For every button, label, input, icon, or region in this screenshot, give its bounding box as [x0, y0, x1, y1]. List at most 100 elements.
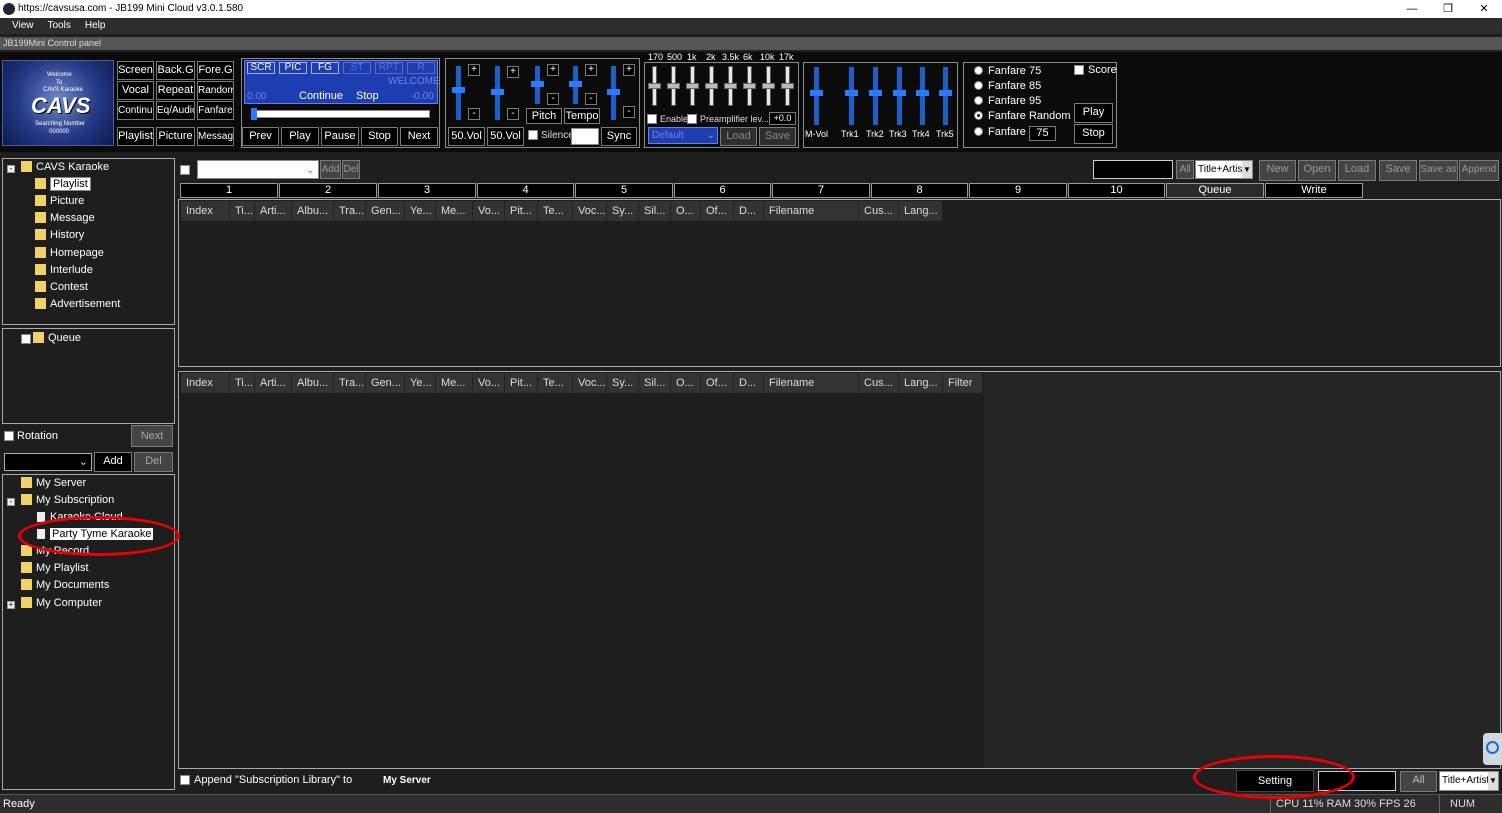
fanfare-85-radio[interactable]	[974, 81, 983, 90]
silence-checkbox[interactable]	[528, 130, 538, 140]
column-header[interactable]: Lang...	[899, 201, 943, 221]
vol-left-plus-button[interactable]: +	[468, 64, 480, 76]
append-subscription-checkbox[interactable]	[180, 775, 190, 785]
column-header[interactable]: Pit...	[505, 373, 538, 393]
preamp-checkbox[interactable]	[687, 114, 697, 124]
bottom-all-button[interactable]: All	[1400, 771, 1437, 792]
aux-minus-button[interactable]: -	[623, 106, 635, 118]
expand-icon[interactable]: +	[7, 601, 15, 609]
vol-left-slider[interactable]	[456, 66, 461, 120]
tree-item-my-computer[interactable]: My Computer	[21, 597, 102, 609]
column-header[interactable]: D...	[734, 373, 764, 393]
tab-4[interactable]: 4	[477, 183, 574, 198]
column-header[interactable]: Vo...	[473, 373, 505, 393]
column-header[interactable]: Of...	[701, 201, 734, 221]
pitch-plus-button[interactable]: +	[547, 64, 559, 76]
open-button[interactable]: Open	[1298, 160, 1336, 181]
playlist-select[interactable]: ⌄	[197, 160, 319, 179]
tempo-button[interactable]: Tempo	[564, 108, 600, 124]
tree-item-picture[interactable]: Picture	[35, 195, 84, 207]
pitch-button[interactable]: Pitch	[526, 108, 562, 124]
tab-queue[interactable]: Queue	[1166, 183, 1264, 198]
tab-2[interactable]: 2	[279, 183, 377, 198]
stop-button[interactable]: Stop	[361, 127, 398, 146]
column-header[interactable]: Filter	[943, 373, 983, 393]
column-header[interactable]: Filename	[764, 373, 859, 393]
eq-thumb[interactable]	[686, 83, 699, 89]
foreg-button[interactable]: Fore.G	[197, 61, 234, 80]
trk4-slider[interactable]	[920, 67, 925, 125]
fanfare-custom-radio[interactable]	[974, 127, 983, 136]
next-button[interactable]: Next	[400, 127, 438, 146]
trk1-thumb[interactable]	[845, 90, 858, 96]
tree-item-my-server[interactable]: My Server	[21, 477, 86, 489]
collapse-icon[interactable]: -	[7, 498, 15, 506]
scr-tag[interactable]: SCR	[247, 62, 275, 74]
silence-stepper[interactable]	[571, 128, 599, 145]
fanfare-random-radio[interactable]	[974, 111, 983, 120]
trk4-thumb[interactable]	[916, 90, 929, 96]
tab-10[interactable]: 10	[1068, 183, 1165, 198]
column-header[interactable]: Gen...	[366, 373, 405, 393]
eq-audio-button[interactable]: Eq/Audio	[156, 101, 195, 120]
mvol-slider[interactable]	[814, 67, 819, 125]
trk1-slider[interactable]	[849, 67, 854, 125]
tab-7[interactable]: 7	[772, 183, 870, 198]
random-button[interactable]: Random	[197, 81, 234, 100]
column-header[interactable]: Te...	[538, 373, 573, 393]
column-header[interactable]: Cus...	[859, 201, 899, 221]
column-header[interactable]: Index	[181, 373, 230, 393]
minimize-button[interactable]: —	[1394, 0, 1430, 18]
eq-thumb[interactable]	[705, 83, 718, 89]
pitch-thumb[interactable]	[531, 81, 544, 87]
vol-right-minus-button[interactable]: -	[507, 108, 519, 120]
column-header[interactable]: Albu...	[292, 373, 334, 393]
column-header[interactable]: Sy...	[607, 201, 639, 221]
column-header[interactable]: Tra...	[334, 201, 366, 221]
column-header[interactable]: Sil...	[639, 373, 671, 393]
playlist-button[interactable]: Playlist	[117, 127, 154, 146]
rpt-tag[interactable]: RPT	[375, 62, 403, 74]
column-header[interactable]: Cus...	[859, 373, 899, 393]
column-header[interactable]: Ti...	[230, 373, 255, 393]
save-button[interactable]: Save	[1379, 160, 1417, 181]
tree-item-playlist[interactable]: Playlist	[35, 177, 91, 191]
screen-button[interactable]: Screen	[117, 61, 154, 80]
eq-thumb[interactable]	[781, 83, 794, 89]
new-button[interactable]: New	[1259, 160, 1296, 181]
column-header[interactable]: Albu...	[292, 201, 334, 221]
column-header[interactable]: Sy...	[607, 373, 639, 393]
select-all-checkbox[interactable]	[180, 165, 190, 175]
search-mode-select[interactable]: Title+Artist ▼	[1195, 160, 1253, 179]
tab-6[interactable]: 6	[674, 183, 771, 198]
eq-enable-checkbox[interactable]	[647, 114, 657, 124]
vocal-button[interactable]: Vocal	[117, 81, 154, 100]
column-header[interactable]: Vo...	[473, 201, 505, 221]
trk2-slider[interactable]	[873, 67, 878, 125]
fanfare-75-radio[interactable]	[974, 66, 983, 75]
playlist-del-button[interactable]: Del	[342, 160, 360, 179]
collapse-icon[interactable]: -	[7, 165, 15, 173]
pic-tag[interactable]: PIC	[279, 62, 307, 74]
search-all-button[interactable]: All	[1176, 160, 1194, 179]
tree-item-message[interactable]: Message	[35, 212, 95, 224]
eq-thumb[interactable]	[762, 83, 775, 89]
fanfare-stop-button[interactable]: Stop	[1074, 124, 1113, 144]
column-header[interactable]: Arti...	[255, 201, 292, 221]
eq-thumb[interactable]	[724, 83, 737, 89]
tempo-plus-button[interactable]: +	[585, 64, 597, 76]
server-select[interactable]: ⌄	[4, 453, 92, 471]
menu-tools[interactable]: Tools	[41, 18, 78, 31]
vol-right-thumb[interactable]	[491, 89, 504, 95]
tempo-minus-button[interactable]: -	[585, 93, 597, 105]
column-header[interactable]: Ti...	[230, 201, 255, 221]
tree-item-history[interactable]: History	[35, 229, 84, 241]
aux-thumb[interactable]	[607, 89, 620, 95]
message-button[interactable]: Message	[197, 127, 234, 146]
tree-root-cavs-karaoke[interactable]: CAVS Karaoke	[21, 161, 109, 173]
tab-write[interactable]: Write	[1265, 183, 1363, 198]
tree-item-interlude[interactable]: Interlude	[35, 264, 93, 276]
fanfare-play-button[interactable]: Play	[1074, 103, 1113, 123]
continue-button[interactable]: Continue	[117, 101, 154, 120]
fanfare-95-radio[interactable]	[974, 96, 983, 105]
